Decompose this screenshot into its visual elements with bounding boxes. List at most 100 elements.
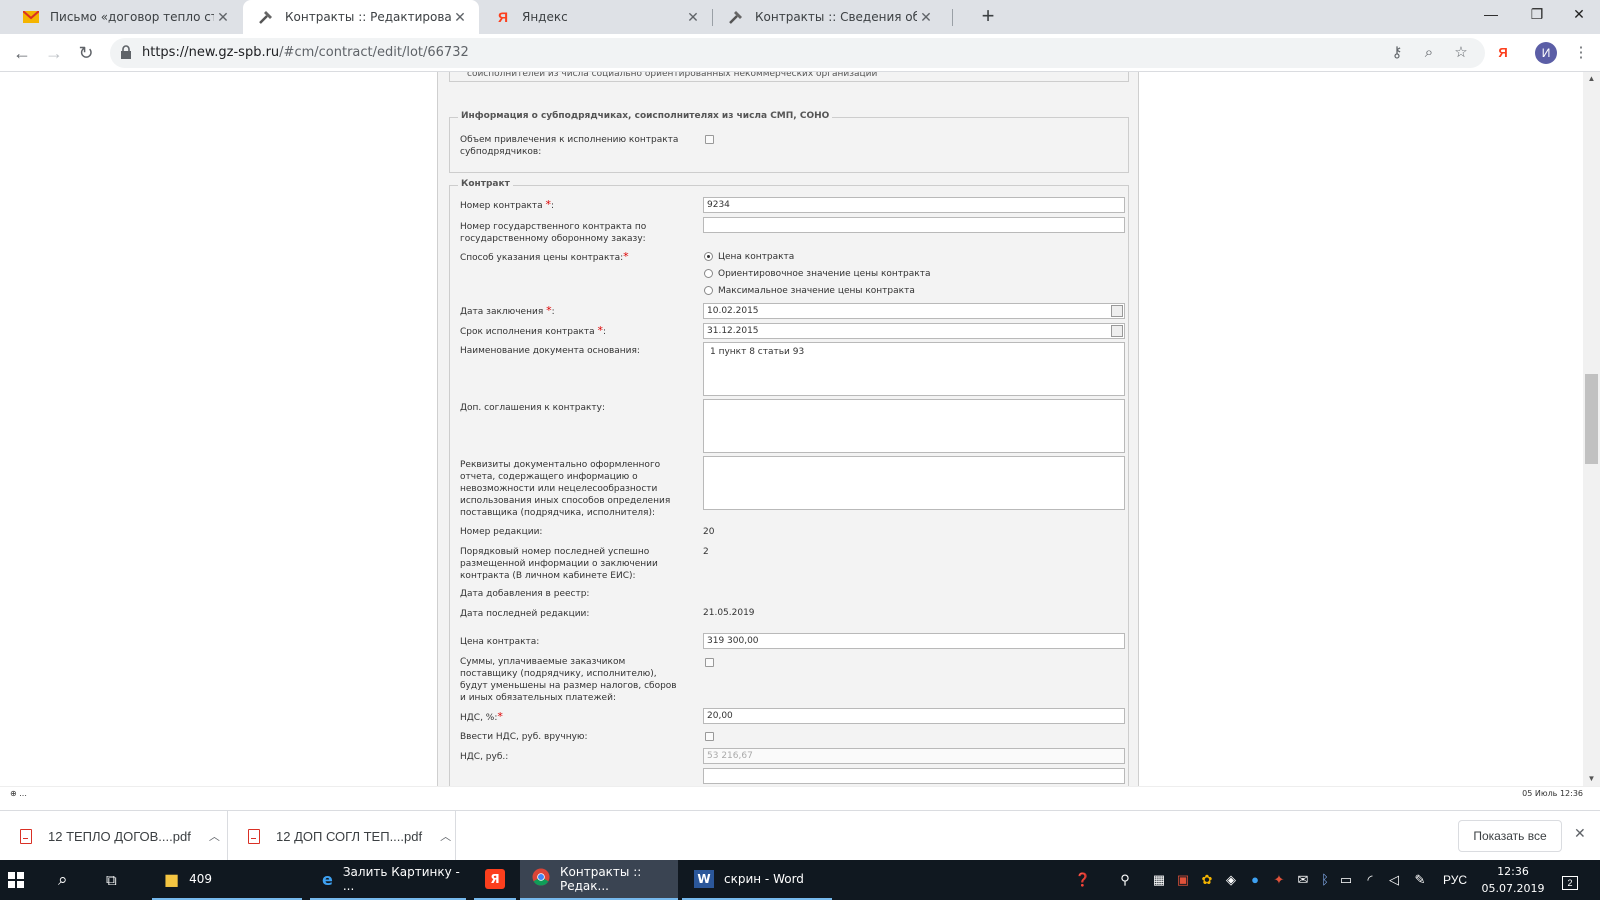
contract-number-input[interactable]: 9234 <box>703 197 1125 213</box>
lock-icon <box>121 45 131 59</box>
price-method-radio-max[interactable] <box>704 286 713 295</box>
back-icon[interactable]: ← <box>8 39 36 67</box>
tray-app-icon[interactable]: ▣ <box>1172 860 1194 900</box>
forward-icon[interactable]: → <box>40 39 68 67</box>
taskbar-word[interactable]: W скрин - Word <box>682 860 832 900</box>
colon: : <box>551 201 555 211</box>
chevron-up-icon[interactable]: ︿ <box>209 828 220 844</box>
show-all-downloads-button[interactable]: Показать все <box>1458 820 1562 852</box>
taskbar-chrome[interactable]: Контракты :: Редак... <box>520 860 678 900</box>
person-icon[interactable]: ⚲ <box>1114 860 1136 900</box>
next-field-input[interactable] <box>703 768 1125 784</box>
start-icon[interactable] <box>8 860 40 900</box>
price-method-radio-approx[interactable] <box>704 269 713 278</box>
volume-icon[interactable]: ◁ <box>1384 860 1404 900</box>
registry-date-label: Дата добавления в реестр: <box>460 589 590 599</box>
calendar-icon[interactable] <box>1111 305 1123 317</box>
taskbar-label: Залить Картинку - ... <box>342 865 460 893</box>
star-icon[interactable]: ☆ <box>1448 40 1474 66</box>
vat-rub-input[interactable]: 53 216,67 <box>703 748 1125 764</box>
tab-mail[interactable]: Письмо «договор тепло старый ✕ <box>8 0 242 34</box>
addendum-textarea[interactable] <box>703 399 1125 453</box>
partial-text: соисполнителей из числа социально ориент… <box>467 72 878 79</box>
page-scrollbar[interactable]: ▲ ▼ <box>1583 72 1600 786</box>
taskbar-label: Контракты :: Редак... <box>560 865 642 893</box>
window-close-icon[interactable]: ✕ <box>1556 0 1600 30</box>
close-icon[interactable]: ✕ <box>1574 825 1586 842</box>
tools-icon <box>257 8 275 26</box>
tab-yandex[interactable]: Я Яндекс ✕ <box>480 0 712 34</box>
help-icon[interactable]: ❓ <box>1070 860 1096 900</box>
task-view-icon[interactable]: ⧉ <box>106 860 138 900</box>
vat-manual-checkbox[interactable] <box>705 732 714 741</box>
reload-icon[interactable]: ↻ <box>72 39 100 67</box>
colon: : <box>603 327 607 337</box>
url-path: /#cm/contract/edit/lot/66732 <box>279 45 469 60</box>
menu-icon[interactable]: ⋮ <box>1568 40 1594 66</box>
tab-separator <box>952 9 953 26</box>
minimize-icon[interactable]: — <box>1468 0 1514 30</box>
notifications-icon[interactable]: 2 <box>1555 860 1585 900</box>
search-icon[interactable]: ⌕ <box>58 860 90 900</box>
download-item[interactable]: 12 ДОП СОГЛ ТЕП....pdf ︿ <box>228 811 456 861</box>
clock-time: 12:36 <box>1497 865 1529 878</box>
key-icon[interactable]: ⚷ <box>1384 40 1410 66</box>
execution-term-input[interactable]: 31.12.2015 <box>703 323 1125 339</box>
clock[interactable]: 12:36 05.07.2019 <box>1478 863 1548 897</box>
ie-icon: e <box>322 869 333 889</box>
yandex-extension-icon[interactable]: Я <box>1490 40 1516 66</box>
restore-icon[interactable]: ❐ <box>1514 0 1560 30</box>
close-icon[interactable]: ✕ <box>917 8 935 26</box>
label-text: Дата заключения <box>460 307 547 317</box>
label-text: НДС, %: <box>460 713 498 723</box>
tray-app-icon[interactable]: ▦ <box>1148 860 1170 900</box>
downloads-bar: 12 ТЕПЛО ДОГОВ....pdf ︿ 12 ДОП СОГЛ ТЕП.… <box>0 810 1600 861</box>
addendum-label: Доп. соглашения к контракту: <box>460 403 606 413</box>
price-method-radio-price[interactable] <box>704 252 713 261</box>
taskbar-folder[interactable]: ■ 409 <box>152 860 302 900</box>
tax-reduction-checkbox[interactable] <box>705 658 714 667</box>
wifi-icon[interactable]: ◜ <box>1360 860 1380 900</box>
address-bar[interactable]: https://new.gz-spb.ru/#cm/contract/edit/… <box>110 38 1485 68</box>
close-icon[interactable]: ✕ <box>214 8 232 26</box>
basis-document-textarea[interactable]: 1 пункт 8 статьи 93 <box>703 342 1125 396</box>
message-icon[interactable]: ✉ <box>1292 860 1314 900</box>
tray-app-icon[interactable]: ✿ <box>1196 860 1218 900</box>
scroll-down-icon[interactable]: ▼ <box>1583 772 1600 786</box>
url-text: https://new.gz-spb.ru/#cm/contract/edit/… <box>142 45 469 60</box>
vat-manual-label: Ввести НДС, руб. вручную: <box>460 732 588 742</box>
gov-contract-number-input[interactable] <box>703 217 1125 233</box>
download-item[interactable]: 12 ТЕПЛО ДОГОВ....pdf ︿ <box>0 811 228 861</box>
chevron-up-icon[interactable]: ︿ <box>440 828 451 844</box>
battery-icon[interactable]: ▭ <box>1336 860 1356 900</box>
tray-app-icon[interactable]: ✦ <box>1268 860 1290 900</box>
calendar-icon[interactable] <box>1111 325 1123 337</box>
taskbar-yandex[interactable]: Я <box>474 860 516 900</box>
tray-app-icon[interactable]: ◈ <box>1220 860 1242 900</box>
url-host: https://new.gz-spb.ru <box>142 45 280 60</box>
close-icon[interactable]: ✕ <box>451 8 469 26</box>
status-right-text: 05 Июль 12:36 <box>1522 789 1583 798</box>
tab-contract-edit[interactable]: Контракты :: Редактирование ко ✕ <box>243 0 479 34</box>
taskbar-ie[interactable]: e Залить Картинку - ... <box>310 860 466 900</box>
required-mark: * <box>497 710 503 723</box>
new-tab-button[interactable]: + <box>975 4 1001 30</box>
pdf-icon <box>20 828 32 844</box>
gov-contract-number-label: Номер государственного контракта по госу… <box>460 222 647 244</box>
zoom-icon[interactable]: ⌕ <box>1416 40 1442 66</box>
contract-price-input[interactable]: 319 300,00 <box>703 633 1125 649</box>
scroll-up-icon[interactable]: ▲ <box>1583 72 1600 86</box>
subcontractors-volume-checkbox[interactable] <box>705 135 714 144</box>
close-icon[interactable]: ✕ <box>684 8 702 26</box>
scrollbar-thumb[interactable] <box>1585 374 1598 464</box>
tray-app-icon[interactable]: ● <box>1244 860 1266 900</box>
vat-percent-input[interactable]: 20,00 <box>703 708 1125 724</box>
tab-title: Контракты :: Редактирование ко <box>285 10 451 24</box>
report-details-textarea[interactable] <box>703 456 1125 510</box>
bluetooth-icon[interactable]: ᛒ <box>1316 860 1334 900</box>
avatar[interactable]: И <box>1535 42 1557 64</box>
language-indicator[interactable]: РУС <box>1438 860 1472 900</box>
conclusion-date-input[interactable]: 10.02.2015 <box>703 303 1125 319</box>
pen-icon[interactable]: ✎ <box>1410 860 1430 900</box>
tab-contract-info[interactable]: Контракты :: Сведения об испол ✕ <box>713 0 945 34</box>
